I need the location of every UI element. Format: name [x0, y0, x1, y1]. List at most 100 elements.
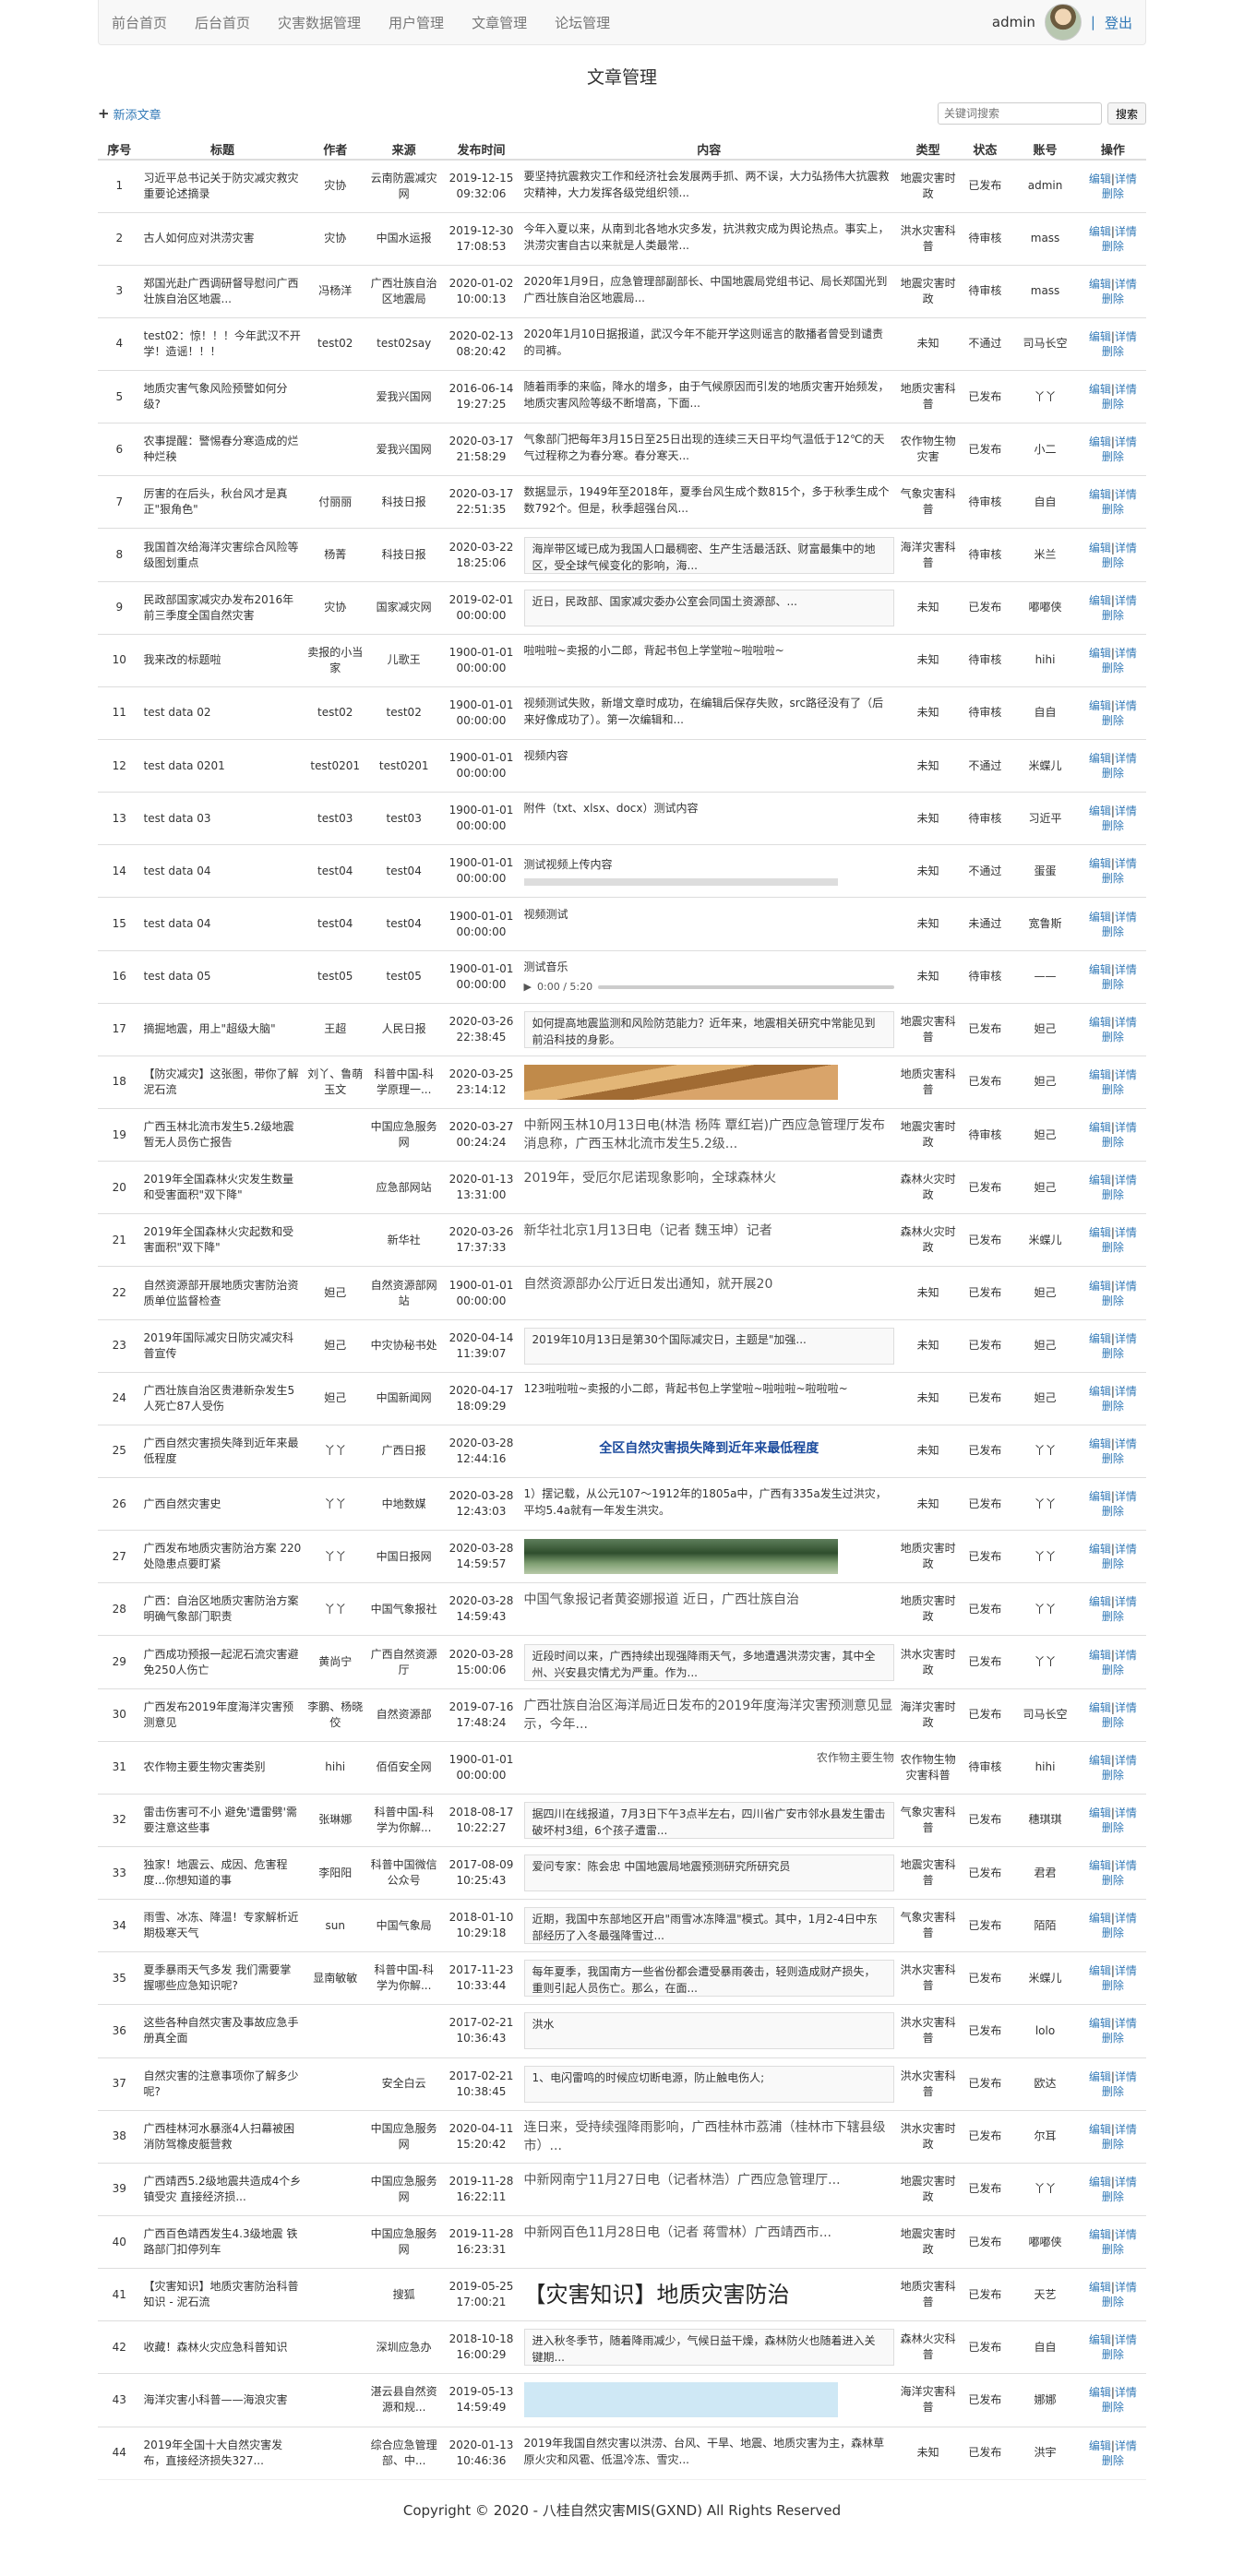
- detail-link[interactable]: 详情: [1115, 1649, 1137, 1662]
- audio-track[interactable]: [598, 984, 894, 989]
- detail-link[interactable]: 详情: [1115, 173, 1137, 185]
- delete-link[interactable]: 删除: [1102, 2138, 1124, 2151]
- detail-link[interactable]: 详情: [1115, 752, 1137, 765]
- delete-link[interactable]: 删除: [1102, 1979, 1124, 1992]
- nav-link[interactable]: 论坛管理: [555, 13, 610, 32]
- detail-link[interactable]: 详情: [1115, 2333, 1137, 2346]
- detail-link[interactable]: 详情: [1115, 2281, 1137, 2294]
- detail-link[interactable]: 详情: [1115, 594, 1137, 607]
- edit-link[interactable]: 编辑: [1089, 1754, 1111, 1767]
- delete-link[interactable]: 删除: [1102, 2190, 1124, 2203]
- edit-link[interactable]: 编辑: [1089, 2333, 1111, 2346]
- detail-link[interactable]: 详情: [1115, 435, 1137, 448]
- edit-link[interactable]: 编辑: [1089, 1649, 1111, 1662]
- delete-link[interactable]: 删除: [1102, 1664, 1124, 1676]
- detail-link[interactable]: 详情: [1115, 963, 1137, 976]
- delete-link[interactable]: 删除: [1102, 2454, 1124, 2467]
- delete-link[interactable]: 删除: [1102, 1136, 1124, 1149]
- delete-link[interactable]: 删除: [1102, 1452, 1124, 1465]
- detail-link[interactable]: 详情: [1115, 330, 1137, 343]
- edit-link[interactable]: 编辑: [1089, 594, 1111, 607]
- edit-link[interactable]: 编辑: [1089, 278, 1111, 291]
- delete-link[interactable]: 删除: [1102, 503, 1124, 516]
- delete-link[interactable]: 删除: [1102, 1769, 1124, 1782]
- edit-link[interactable]: 编辑: [1089, 1121, 1111, 1134]
- detail-link[interactable]: 详情: [1115, 1068, 1137, 1081]
- detail-link[interactable]: 详情: [1115, 1490, 1137, 1503]
- play-icon[interactable]: ▶: [524, 979, 532, 995]
- edit-link[interactable]: 编辑: [1089, 1543, 1111, 1556]
- edit-link[interactable]: 编辑: [1089, 225, 1111, 238]
- detail-link[interactable]: 详情: [1115, 2386, 1137, 2399]
- detail-link[interactable]: 详情: [1115, 911, 1137, 924]
- delete-link[interactable]: 删除: [1102, 819, 1124, 832]
- detail-link[interactable]: 详情: [1115, 699, 1137, 712]
- delete-link[interactable]: 删除: [1102, 2032, 1124, 2045]
- nav-link[interactable]: 文章管理: [472, 13, 527, 32]
- nav-link[interactable]: 后台首页: [195, 13, 250, 32]
- detail-link[interactable]: 详情: [1115, 278, 1137, 291]
- edit-link[interactable]: 编辑: [1089, 805, 1111, 817]
- detail-link[interactable]: 详情: [1115, 2439, 1137, 2452]
- edit-link[interactable]: 编辑: [1089, 1701, 1111, 1714]
- logout-link[interactable]: 登出: [1105, 13, 1132, 32]
- delete-link[interactable]: 删除: [1102, 1610, 1124, 1623]
- detail-link[interactable]: 详情: [1115, 1543, 1137, 1556]
- detail-link[interactable]: 详情: [1115, 1226, 1137, 1239]
- detail-link[interactable]: 详情: [1115, 1807, 1137, 1819]
- delete-link[interactable]: 删除: [1102, 556, 1124, 569]
- nav-link[interactable]: 灾害数据管理: [278, 13, 361, 32]
- delete-link[interactable]: 删除: [1102, 1083, 1124, 1096]
- edit-link[interactable]: 编辑: [1089, 2176, 1111, 2188]
- edit-link[interactable]: 编辑: [1089, 857, 1111, 870]
- detail-link[interactable]: 详情: [1115, 1332, 1137, 1345]
- edit-link[interactable]: 编辑: [1089, 1964, 1111, 1977]
- edit-link[interactable]: 编辑: [1089, 647, 1111, 660]
- detail-link[interactable]: 详情: [1115, 1437, 1137, 1450]
- delete-link[interactable]: 删除: [1102, 240, 1124, 253]
- delete-link[interactable]: 删除: [1102, 767, 1124, 780]
- edit-link[interactable]: 编辑: [1089, 542, 1111, 555]
- detail-link[interactable]: 详情: [1115, 647, 1137, 660]
- delete-link[interactable]: 删除: [1102, 1505, 1124, 1518]
- detail-link[interactable]: 详情: [1115, 857, 1137, 870]
- delete-link[interactable]: 删除: [1102, 978, 1124, 991]
- edit-link[interactable]: 编辑: [1089, 2017, 1111, 2030]
- delete-link[interactable]: 删除: [1102, 872, 1124, 885]
- edit-link[interactable]: 编辑: [1089, 383, 1111, 396]
- edit-link[interactable]: 编辑: [1089, 488, 1111, 501]
- detail-link[interactable]: 详情: [1115, 1385, 1137, 1398]
- edit-link[interactable]: 编辑: [1089, 1595, 1111, 1608]
- detail-link[interactable]: 详情: [1115, 383, 1137, 396]
- edit-link[interactable]: 编辑: [1089, 911, 1111, 924]
- detail-link[interactable]: 详情: [1115, 2017, 1137, 2030]
- delete-link[interactable]: 删除: [1102, 2243, 1124, 2256]
- edit-link[interactable]: 编辑: [1089, 1226, 1111, 1239]
- delete-link[interactable]: 删除: [1102, 925, 1124, 938]
- detail-link[interactable]: 详情: [1115, 1280, 1137, 1293]
- edit-link[interactable]: 编辑: [1089, 963, 1111, 976]
- nav-link[interactable]: 用户管理: [389, 13, 444, 32]
- detail-link[interactable]: 详情: [1115, 1121, 1137, 1134]
- delete-link[interactable]: 删除: [1102, 714, 1124, 727]
- delete-link[interactable]: 删除: [1102, 2348, 1124, 2361]
- delete-link[interactable]: 删除: [1102, 292, 1124, 305]
- delete-link[interactable]: 删除: [1102, 1294, 1124, 1307]
- detail-link[interactable]: 详情: [1115, 2176, 1137, 2188]
- delete-link[interactable]: 删除: [1102, 1031, 1124, 1044]
- edit-link[interactable]: 编辑: [1089, 1385, 1111, 1398]
- video-bar[interactable]: [523, 878, 838, 887]
- delete-link[interactable]: 删除: [1102, 1716, 1124, 1729]
- detail-link[interactable]: 详情: [1115, 2070, 1137, 2083]
- delete-link[interactable]: 删除: [1102, 345, 1124, 358]
- detail-link[interactable]: 详情: [1115, 225, 1137, 238]
- detail-link[interactable]: 详情: [1115, 805, 1137, 817]
- add-article-link[interactable]: + 新添文章: [98, 105, 161, 123]
- delete-link[interactable]: 删除: [1102, 1347, 1124, 1360]
- detail-link[interactable]: 详情: [1115, 1701, 1137, 1714]
- detail-link[interactable]: 详情: [1115, 1754, 1137, 1767]
- delete-link[interactable]: 删除: [1102, 2401, 1124, 2414]
- edit-link[interactable]: 编辑: [1089, 1016, 1111, 1029]
- delete-link[interactable]: 删除: [1102, 662, 1124, 674]
- edit-link[interactable]: 编辑: [1089, 2123, 1111, 2136]
